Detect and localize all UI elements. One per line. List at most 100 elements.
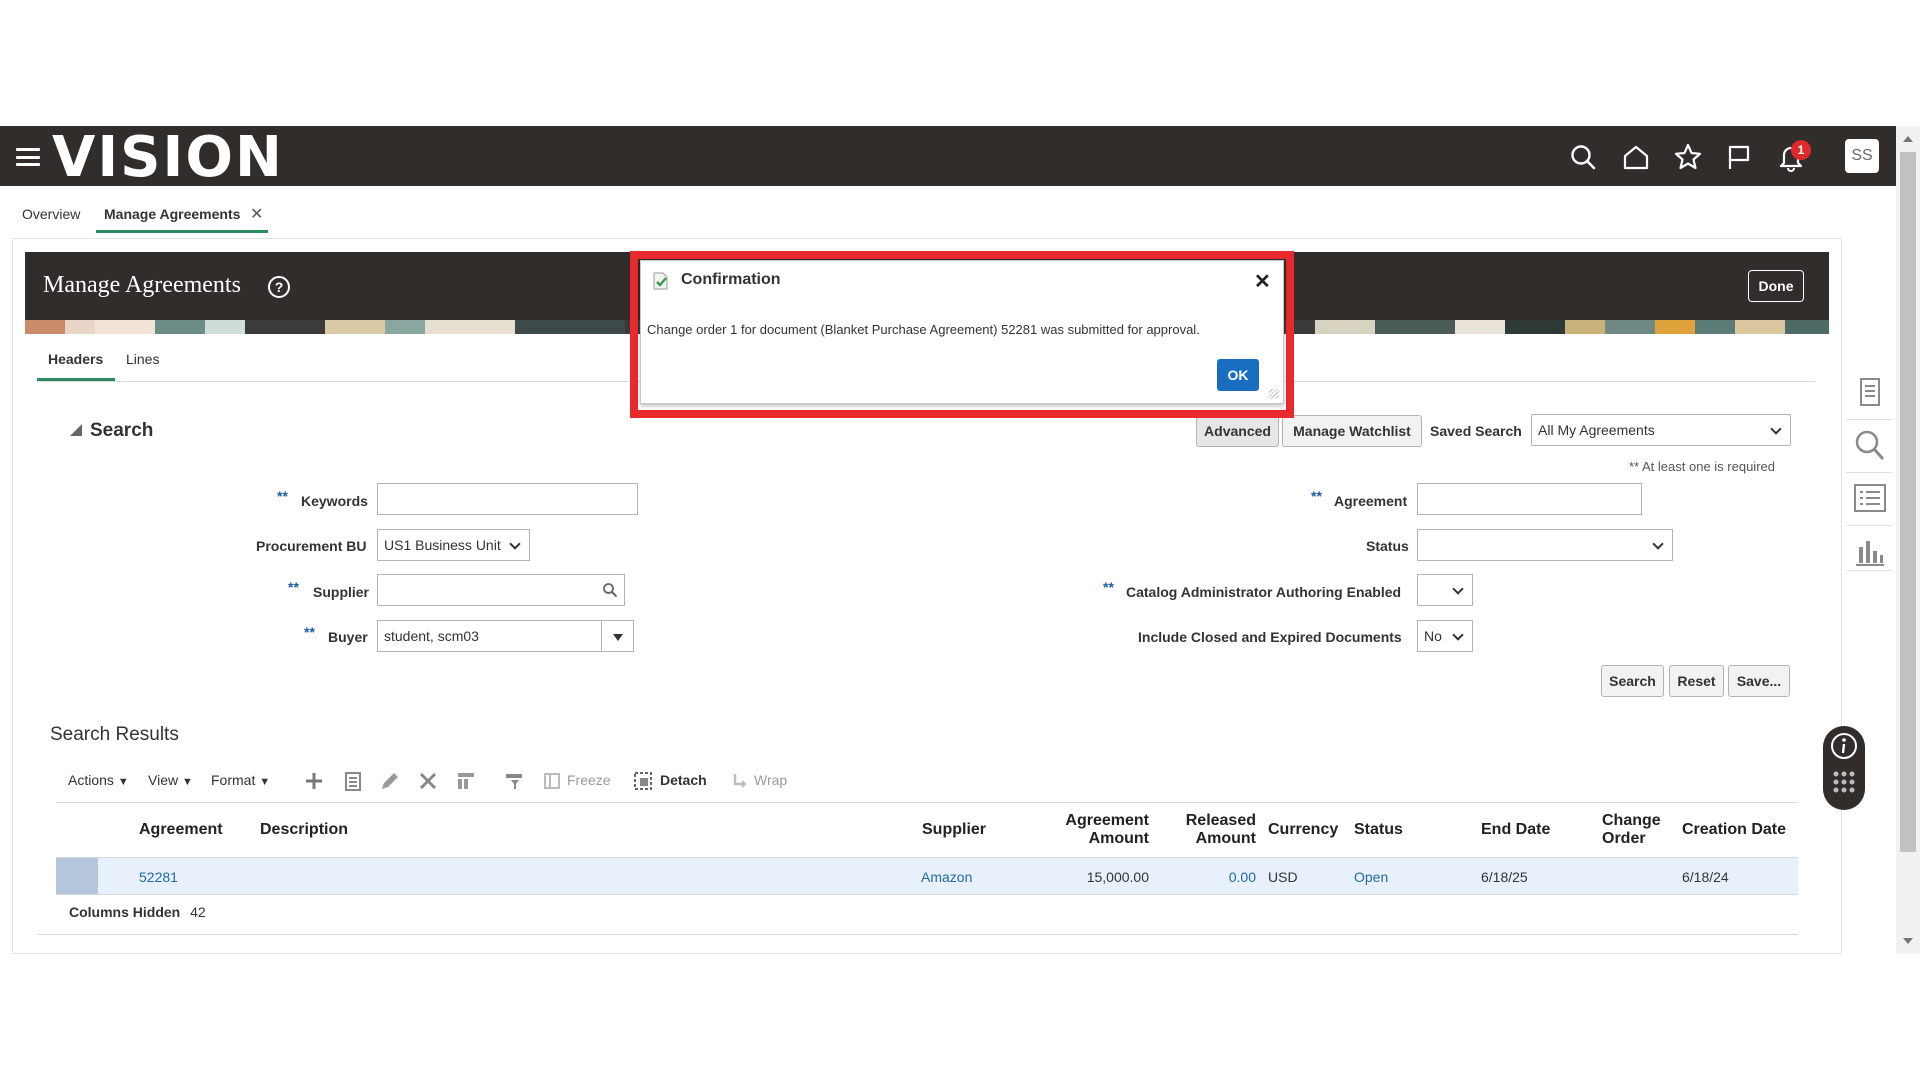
actions-label: Actions xyxy=(68,772,114,788)
query-by-example-icon[interactable] xyxy=(503,770,525,792)
close-tab-icon[interactable]: ✕ xyxy=(250,204,263,224)
edit-pencil-icon[interactable] xyxy=(379,770,401,792)
keywords-label: Keywords xyxy=(301,493,368,509)
status-label: Status xyxy=(1366,538,1409,554)
flag-icon[interactable] xyxy=(1724,142,1754,172)
supplier-link[interactable]: Amazon xyxy=(921,869,972,885)
help-widget[interactable] xyxy=(1823,726,1865,810)
keywords-input[interactable] xyxy=(377,483,638,515)
search-results-title: Search Results xyxy=(50,724,179,745)
required-marker: ** xyxy=(1103,579,1114,595)
search-panel-icon[interactable] xyxy=(1852,427,1888,463)
columns-hidden: Columns Hidden 42 xyxy=(69,904,206,920)
status-link[interactable]: Open xyxy=(1354,869,1388,885)
table-top-border xyxy=(56,802,1798,803)
scroll-down-icon[interactable] xyxy=(1903,938,1913,944)
col-header-agreement-amount[interactable]: Agreement Amount xyxy=(1049,812,1149,848)
include-closed-value: No xyxy=(1424,628,1442,644)
vertical-scrollbar[interactable] xyxy=(1896,126,1920,954)
col-header-supplier[interactable]: Supplier xyxy=(922,821,986,839)
search-button[interactable]: Search xyxy=(1601,665,1664,697)
col-header-currency[interactable]: Currency xyxy=(1268,821,1338,839)
scrollbar-thumb[interactable] xyxy=(1900,152,1916,852)
analytics-panel-icon[interactable] xyxy=(1852,533,1888,569)
help-icon[interactable]: ? xyxy=(268,276,290,298)
advanced-button[interactable]: Advanced xyxy=(1196,415,1279,447)
dialog-message: Change order 1 for document (Blanket Pur… xyxy=(647,322,1200,337)
columns-icon[interactable] xyxy=(455,770,477,792)
search-icon[interactable] xyxy=(1568,142,1598,172)
agreement-label: Agreement xyxy=(1334,493,1408,509)
agreement-input[interactable] xyxy=(1417,483,1642,515)
ok-button[interactable]: OK xyxy=(1217,359,1259,391)
catalog-admin-select[interactable] xyxy=(1417,574,1473,606)
procurement-bu-label: Procurement BU xyxy=(256,538,367,554)
collapse-search-icon[interactable] xyxy=(70,424,82,436)
triangle-down-icon xyxy=(613,634,623,641)
dialog-title: Confirmation xyxy=(681,271,781,288)
search-section-title[interactable]: Search xyxy=(90,420,153,442)
list-panel-icon[interactable] xyxy=(1852,480,1888,516)
agreement-link[interactable]: 52281 xyxy=(139,869,178,885)
close-icon[interactable]: ✕ xyxy=(1254,269,1271,294)
cell-released-amount[interactable]: 0.00 xyxy=(1156,869,1256,885)
include-closed-select[interactable]: No xyxy=(1417,620,1473,652)
procurement-bu-select[interactable]: US1 Business Unit xyxy=(377,529,530,561)
chevron-down-icon xyxy=(1452,583,1464,595)
catalog-admin-label: Catalog Administrator Authoring Enabled xyxy=(1126,584,1402,600)
col-header-description[interactable]: Description xyxy=(260,821,348,839)
results-bottom-border xyxy=(37,934,1798,935)
col-header-agreement[interactable]: Agreement xyxy=(139,821,223,839)
buyer-input[interactable]: student, scm03 xyxy=(377,620,602,652)
scroll-up-icon[interactable] xyxy=(1903,136,1913,142)
detach-icon[interactable] xyxy=(632,770,654,792)
detach-button[interactable]: Detach xyxy=(660,772,707,788)
document-panel-icon[interactable] xyxy=(1852,374,1888,410)
col-header-released-amount[interactable]: Released Amount xyxy=(1156,812,1256,848)
save-search-button[interactable]: Save... xyxy=(1728,665,1790,697)
col-header-change-order[interactable]: Change Order xyxy=(1602,812,1661,848)
cell-currency: USD xyxy=(1268,869,1298,885)
status-select[interactable] xyxy=(1417,529,1673,561)
duplicate-icon[interactable] xyxy=(342,770,364,792)
view-menu[interactable]: View ▼ xyxy=(148,772,193,788)
chevron-down-icon xyxy=(509,538,521,550)
required-marker: ** xyxy=(1311,488,1322,504)
supplier-input[interactable] xyxy=(377,574,625,606)
chevron-down-icon xyxy=(1452,629,1464,641)
triangle-down-icon: ▼ xyxy=(181,776,193,788)
delete-icon[interactable] xyxy=(417,770,439,792)
resize-handle[interactable] xyxy=(1269,389,1279,399)
favorites-star-icon[interactable] xyxy=(1673,142,1703,172)
actions-menu[interactable]: Actions ▼ xyxy=(68,772,129,788)
col-header-creation-date[interactable]: Creation Date xyxy=(1682,821,1786,839)
home-icon[interactable] xyxy=(1621,142,1651,172)
col-header-released-amount-line2: Amount xyxy=(1195,830,1256,847)
row-selector[interactable] xyxy=(56,858,98,894)
tab-overview[interactable]: Overview xyxy=(22,206,80,222)
tab-headers[interactable]: Headers xyxy=(48,351,103,367)
buyer-dropdown-button[interactable] xyxy=(601,620,634,652)
include-closed-label: Include Closed and Expired Documents xyxy=(1138,629,1402,645)
menu-icon[interactable] xyxy=(16,148,40,166)
done-button[interactable]: Done xyxy=(1748,270,1804,302)
cell-agreement-amount: 15,000.00 xyxy=(1086,869,1149,885)
col-header-change-order-line2: Order xyxy=(1602,830,1646,847)
supplier-search-icon[interactable] xyxy=(602,582,618,598)
tab-lines[interactable]: Lines xyxy=(126,351,159,367)
manage-watchlist-button[interactable]: Manage Watchlist xyxy=(1282,415,1422,447)
table-row-border xyxy=(56,894,1798,895)
active-tab-indicator xyxy=(96,230,268,233)
user-avatar[interactable]: SS xyxy=(1845,139,1879,173)
columns-hidden-label: Columns Hidden xyxy=(69,904,181,920)
reset-button[interactable]: Reset xyxy=(1669,665,1724,697)
buyer-label: Buyer xyxy=(328,629,368,645)
format-menu[interactable]: Format ▼ xyxy=(211,772,270,788)
add-row-icon[interactable] xyxy=(303,770,325,792)
col-header-end-date[interactable]: End Date xyxy=(1481,821,1550,839)
panel-divider xyxy=(1846,419,1892,420)
col-header-status[interactable]: Status xyxy=(1354,821,1403,839)
tab-manage-agreements[interactable]: Manage Agreements xyxy=(104,206,240,222)
saved-search-select[interactable]: All My Agreements xyxy=(1531,414,1791,446)
col-header-change-order-line1: Change xyxy=(1602,812,1661,829)
